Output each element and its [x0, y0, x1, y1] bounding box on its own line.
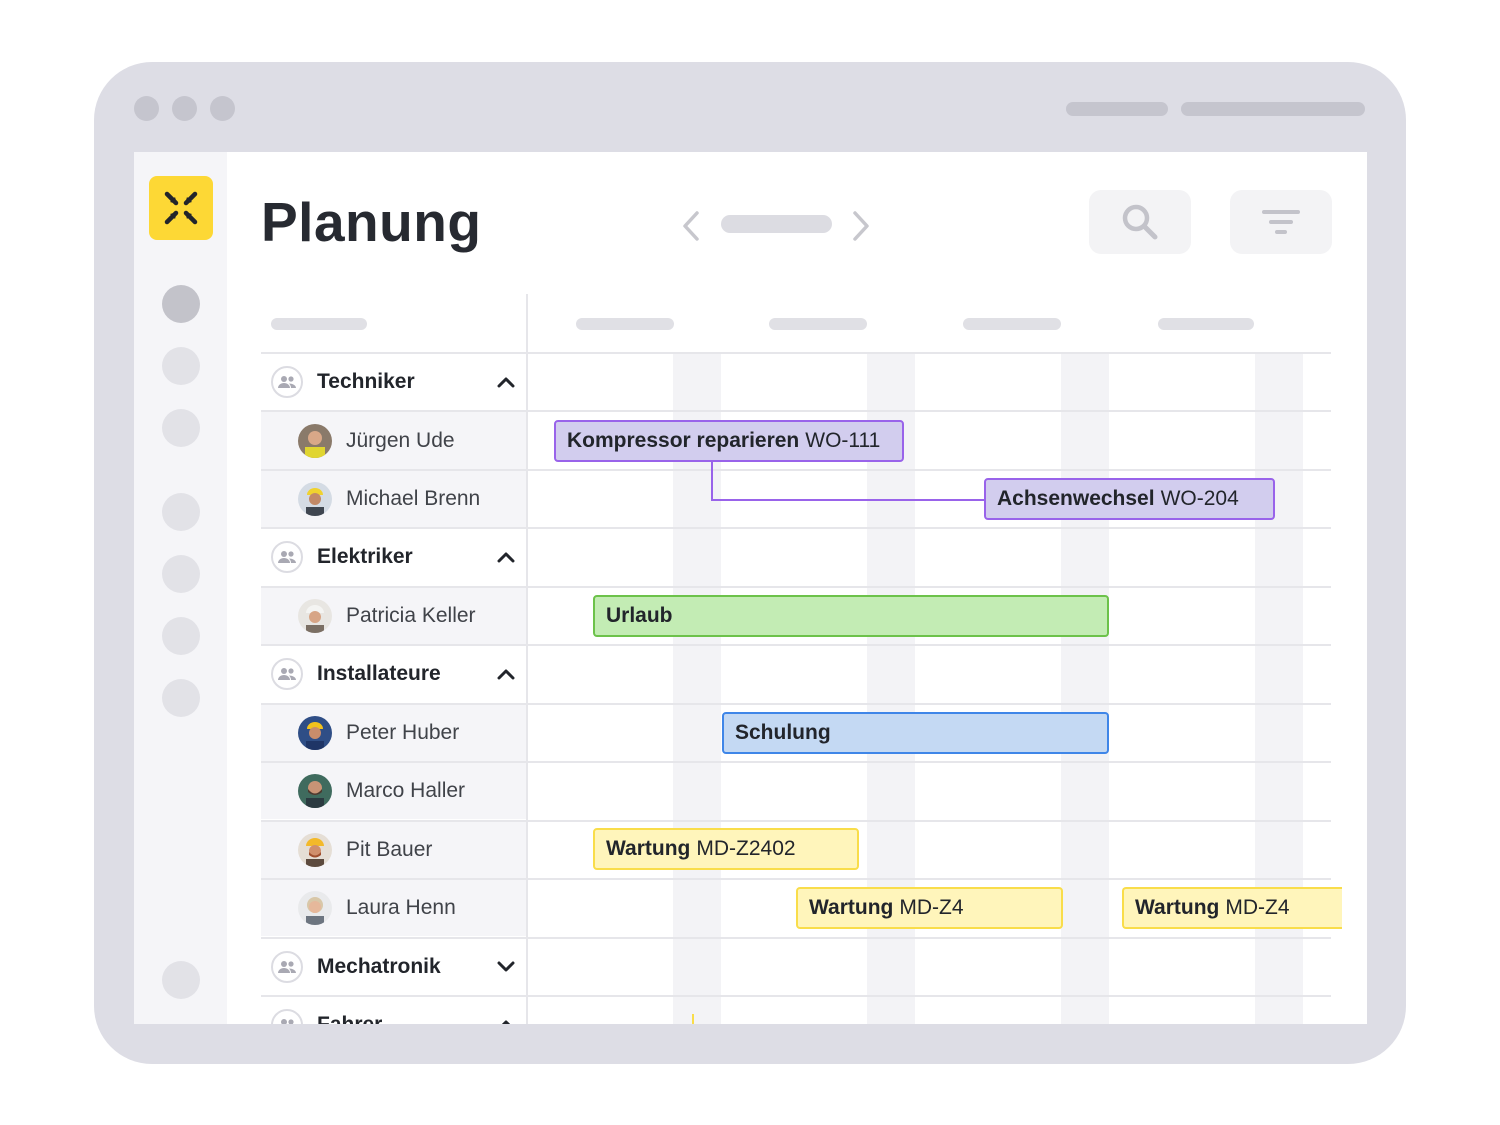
search-button[interactable] — [1089, 190, 1191, 254]
address-bar-placeholder-2 — [1181, 102, 1365, 116]
task-kompressor[interactable]: Kompressor reparieren WO-111 — [554, 420, 904, 462]
task-code: WO-204 — [1160, 487, 1239, 510]
prev-period-button[interactable] — [680, 210, 702, 248]
task-title: Achsenwechsel — [997, 487, 1155, 510]
nav-item-profile[interactable] — [162, 961, 200, 999]
chevron-right-icon — [853, 211, 869, 241]
task-title: Wartung — [1135, 896, 1220, 919]
task-code: MD-Z2402 — [696, 837, 796, 860]
window-dot-1 — [134, 96, 159, 121]
nav-item-2[interactable] — [162, 347, 200, 385]
nav-item-5[interactable] — [162, 555, 200, 593]
task-code: MD-Z4 — [1225, 896, 1290, 919]
task-title: Kompressor reparieren — [567, 429, 800, 452]
nav-item-6[interactable] — [162, 617, 200, 655]
filter-icon — [1262, 210, 1300, 234]
task-title: Urlaub — [606, 604, 673, 627]
sidebar — [134, 152, 227, 1024]
task-code: MD-Z4 — [899, 896, 964, 919]
app-screen: Planung Techniker Jürgen Ude Michael Bre… — [134, 152, 1367, 1024]
task-title: Schulung — [735, 721, 831, 744]
schedule-grid: Techniker Jürgen Ude Michael Brenn Elekt… — [261, 294, 1367, 1024]
filter-button[interactable] — [1230, 190, 1332, 254]
app-logo[interactable] — [149, 176, 213, 240]
search-icon — [1122, 204, 1158, 240]
task-code: WO-111 — [805, 429, 881, 452]
task-schulung[interactable]: Schulung — [722, 712, 1109, 754]
nav-item-3[interactable] — [162, 409, 200, 447]
task-urlaub[interactable]: Urlaub — [593, 595, 1109, 637]
task-title: Wartung — [809, 896, 894, 919]
task-wartung-3[interactable]: Wartung MD-Z4 — [1122, 887, 1342, 929]
nav-item-7[interactable] — [162, 679, 200, 717]
task-wartung-2[interactable]: Wartung MD-Z4 — [796, 887, 1063, 929]
period-label-placeholder — [721, 215, 832, 233]
page-title: Planung — [261, 191, 482, 253]
crossed-arrows-icon — [164, 191, 198, 225]
task-title: Wartung — [606, 837, 691, 860]
address-bar-placeholder-1 — [1066, 102, 1168, 116]
window-dot-2 — [172, 96, 197, 121]
next-period-button[interactable] — [850, 210, 872, 248]
task-achsenwechsel[interactable]: Achsenwechsel WO-204 — [984, 478, 1275, 520]
nav-item-1[interactable] — [162, 285, 200, 323]
window-dot-3 — [210, 96, 235, 121]
chevron-left-icon — [683, 211, 699, 241]
nav-item-4[interactable] — [162, 493, 200, 531]
task-wartung-1[interactable]: Wartung MD-Z2402 — [593, 828, 859, 870]
